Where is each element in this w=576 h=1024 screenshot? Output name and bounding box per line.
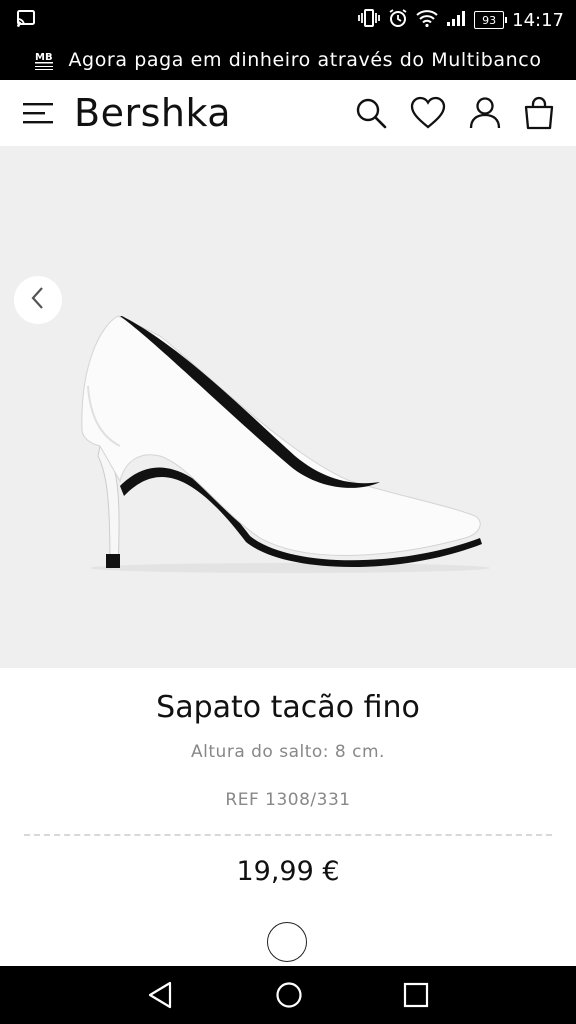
product-image bbox=[70, 306, 490, 580]
search-icon[interactable] bbox=[354, 96, 388, 134]
vibrate-icon bbox=[358, 8, 381, 32]
product-description: Altura do salto: 8 cm. bbox=[191, 742, 385, 762]
svg-text:MB: MB bbox=[35, 52, 53, 63]
wifi-icon bbox=[416, 9, 438, 31]
divider bbox=[24, 834, 552, 836]
app-header: Bershka bbox=[0, 80, 576, 147]
signal-icon bbox=[446, 9, 466, 31]
prev-image-button[interactable] bbox=[14, 276, 62, 324]
user-icon[interactable] bbox=[468, 96, 502, 134]
color-swatch-white[interactable] bbox=[267, 922, 307, 962]
menu-icon[interactable] bbox=[22, 100, 54, 130]
promo-text: Agora paga em dinheiro através do Multib… bbox=[68, 49, 542, 71]
brand-logo[interactable]: Bershka bbox=[74, 88, 231, 138]
home-icon[interactable] bbox=[274, 980, 304, 1014]
multibanco-icon: MB bbox=[34, 48, 54, 72]
heart-icon[interactable] bbox=[410, 96, 446, 134]
system-nav-bar bbox=[0, 966, 576, 1024]
battery-icon: 93 bbox=[474, 11, 508, 29]
cast-icon bbox=[16, 10, 36, 32]
promo-banner[interactable]: MB Agora paga em dinheiro através do Mul… bbox=[0, 40, 576, 80]
product-reference: REF 1308/331 bbox=[225, 790, 351, 810]
back-icon[interactable] bbox=[146, 980, 174, 1014]
product-price: 19,99 € bbox=[236, 856, 340, 887]
product-image-gallery[interactable] bbox=[0, 146, 576, 668]
product-title: Sapato tacão fino bbox=[156, 690, 420, 725]
clock: 14:17 bbox=[512, 9, 564, 31]
status-bar: 93 14:17 bbox=[0, 0, 576, 40]
chevron-left-icon bbox=[29, 286, 47, 314]
bag-icon[interactable] bbox=[523, 96, 555, 134]
alarm-icon bbox=[388, 8, 408, 32]
recents-icon[interactable] bbox=[402, 980, 430, 1014]
